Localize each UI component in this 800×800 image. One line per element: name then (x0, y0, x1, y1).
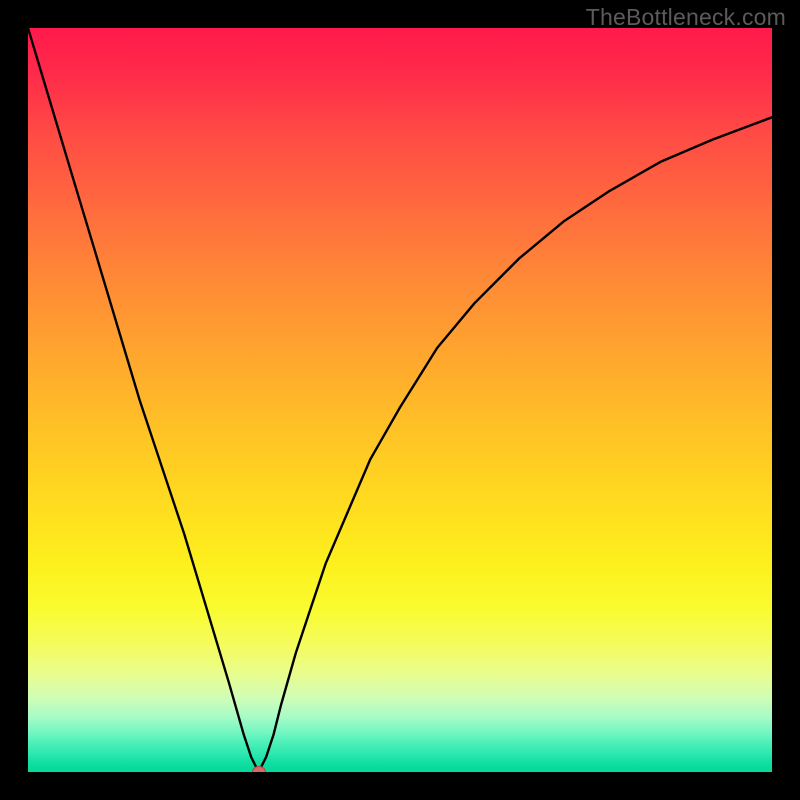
optimal-point-marker (252, 766, 266, 772)
chart-frame: TheBottleneck.com (0, 0, 800, 800)
watermark-text: TheBottleneck.com (586, 4, 786, 31)
plot-area (28, 28, 772, 772)
bottleneck-curve (28, 28, 772, 772)
